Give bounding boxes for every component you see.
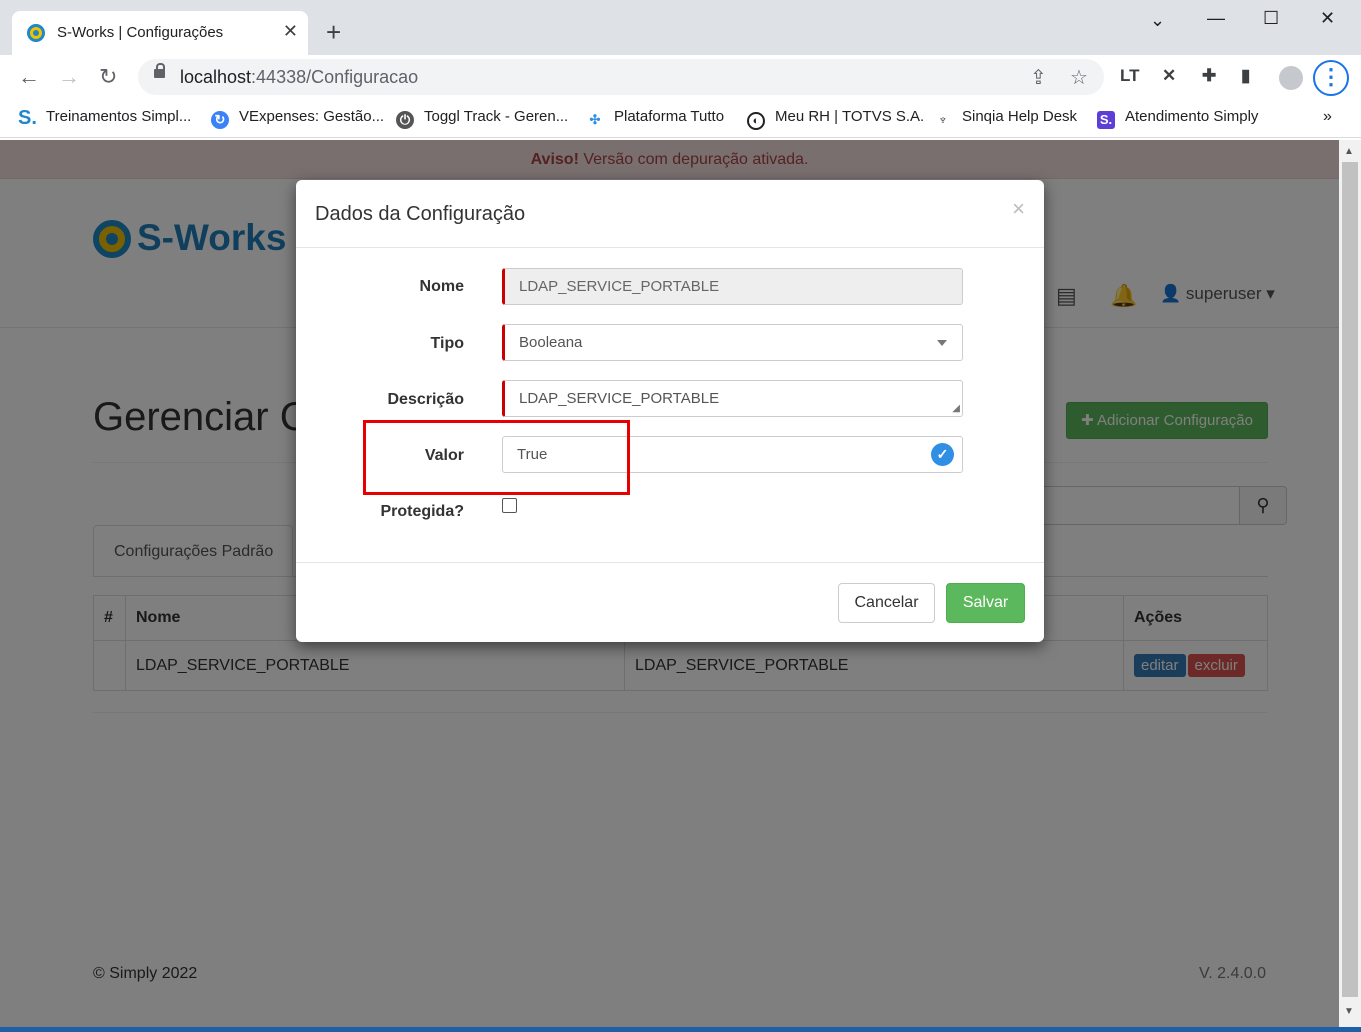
tab-close-icon[interactable]: ✕ — [283, 21, 298, 41]
browser-menu-icon[interactable]: ⋮ — [1313, 60, 1349, 96]
label-tipo: Tipo — [430, 335, 464, 352]
tab-title: S-Works | Configurações — [57, 24, 224, 41]
modal-divider — [296, 247, 1044, 248]
profile-avatar-icon[interactable] — [1279, 66, 1303, 90]
descricao-textarea[interactable]: LDAP_SERVICE_PORTABLE ◢ — [502, 380, 963, 417]
label-nome: Nome — [419, 278, 464, 295]
bookmark-item[interactable]: S. Treinamentos Simpl... — [18, 107, 191, 129]
nome-field: LDAP_SERVICE_PORTABLE — [502, 268, 963, 305]
bookmark-item[interactable]: ⏻ Toggl Track - Geren... — [396, 108, 568, 129]
scroll-down-icon[interactable]: ▼ — [1344, 1006, 1354, 1017]
extension-x-icon[interactable]: ✕ — [1162, 66, 1176, 86]
reload-icon[interactable]: ↻ — [99, 65, 117, 89]
lock-icon — [154, 63, 165, 78]
bookmark-star-icon[interactable]: ☆ — [1070, 65, 1088, 90]
config-modal: Dados da Configuração × Nome LDAP_SERVIC… — [296, 180, 1044, 642]
protegida-checkbox[interactable] — [502, 498, 517, 513]
tipo-select[interactable]: Booleana — [502, 324, 963, 361]
label-protegida: Protegida? — [380, 503, 464, 520]
toggl-icon: ⏻ — [396, 111, 414, 129]
forward-icon[interactable]: → — [58, 65, 80, 89]
extensions-puzzle-icon[interactable]: ✚ — [1202, 66, 1216, 86]
bookmark-item[interactable]: ♆ Sinqia Help Desk — [934, 108, 1077, 129]
taskbar-edge — [0, 1027, 1361, 1032]
totvs-icon: ◐ — [747, 112, 765, 130]
bookmark-item[interactable]: ◐ Meu RH | TOTVS S.A. — [747, 108, 924, 130]
scroll-up-icon[interactable]: ▲ — [1344, 146, 1354, 157]
side-panel-icon[interactable]: ▮ — [1241, 66, 1250, 86]
url-text: localhost:44338/Configuracao — [180, 67, 419, 87]
atendimento-icon: S. — [1097, 111, 1115, 129]
modal-title: Dados da Configuração — [315, 203, 526, 225]
browser-tab-bar: S-Works | Configurações ✕ + ⌄ — ☐ ✕ — [0, 0, 1361, 55]
bookmark-item[interactable]: ↻ VExpenses: Gestão... — [211, 108, 384, 129]
save-button[interactable]: Salvar — [946, 583, 1025, 623]
bookmarks-bar: S. Treinamentos Simpl... ↻ VExpenses: Gest… — [0, 100, 1361, 138]
share-icon[interactable]: ⇪ — [1030, 65, 1047, 90]
tutto-icon: ✣ — [589, 112, 601, 127]
address-bar[interactable]: localhost:44338/Configuracao ⇪ ☆ — [138, 59, 1104, 95]
back-icon[interactable]: ← — [18, 65, 40, 89]
browser-toolbar: ← → ↻ localhost:44338/Configuracao ⇪ ☆ — [0, 55, 1361, 100]
maximize-icon[interactable]: ☐ — [1263, 8, 1279, 29]
vexpenses-icon: ↻ — [211, 111, 229, 129]
window-close-icon[interactable]: ✕ — [1320, 8, 1335, 29]
resize-grip-icon[interactable]: ◢ — [952, 404, 960, 414]
checkmark-icon: ✓ — [931, 443, 954, 466]
modal-divider — [296, 562, 1044, 563]
scroll-thumb[interactable] — [1342, 162, 1358, 997]
browser-tab[interactable]: S-Works | Configurações ✕ — [12, 11, 308, 55]
bookmarks-overflow-icon[interactable]: » — [1323, 108, 1332, 126]
simply-s-icon: S. — [18, 107, 37, 129]
minimize-icon[interactable]: — — [1207, 8, 1225, 29]
sinqia-icon: ♆ — [938, 112, 948, 127]
extension-lt-icon[interactable]: LT — [1120, 66, 1140, 86]
sworks-favicon-icon — [27, 24, 45, 42]
tab-search-icon[interactable]: ⌄ — [1150, 10, 1165, 31]
cancel-button[interactable]: Cancelar — [838, 583, 935, 623]
bookmark-item[interactable]: ✣ Plataforma Tutto — [586, 108, 725, 129]
new-tab-button[interactable]: + — [326, 19, 341, 45]
bookmark-item[interactable]: S. Atendimento Simply — [1097, 108, 1258, 129]
label-descricao: Descrição — [387, 391, 465, 408]
page-scrollbar[interactable]: ▲ ▼ — [1339, 140, 1361, 1030]
modal-close-icon[interactable]: × — [1012, 196, 1025, 222]
chevron-down-icon — [937, 340, 947, 346]
annotation-highlight-box — [363, 420, 630, 495]
